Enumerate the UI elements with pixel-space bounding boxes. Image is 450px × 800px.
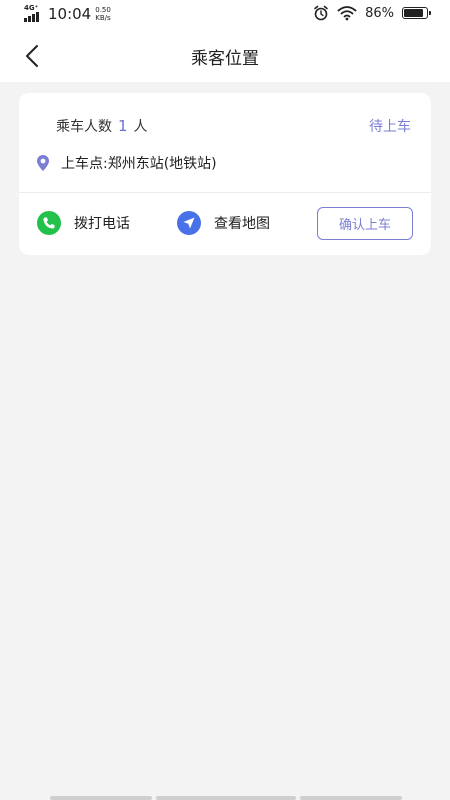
confirm-boarding-button[interactable]: 确认上车 bbox=[317, 207, 413, 240]
battery-percent: 86% bbox=[365, 5, 394, 21]
pickup-location: 上车点:郑州东站(地铁站) bbox=[36, 153, 217, 173]
status-bar: 4G⁺ 10:04 0.50 KB/s 86% bbox=[0, 0, 450, 30]
status-right: 86% bbox=[313, 5, 431, 21]
network-type: 4G⁺ bbox=[24, 4, 39, 12]
view-map-button[interactable]: 查看地图 bbox=[177, 211, 270, 235]
signal-icon: 4G⁺ bbox=[24, 4, 44, 23]
page-title: 乘客位置 bbox=[191, 49, 259, 69]
call-label: 拨打电话 bbox=[74, 216, 130, 232]
navigation-arrow-icon bbox=[177, 211, 201, 235]
alarm-icon bbox=[314, 5, 328, 21]
network-speed: 0.50 KB/s bbox=[95, 6, 111, 22]
count-suffix: 人 bbox=[133, 119, 148, 135]
wifi-icon bbox=[337, 6, 357, 21]
phone-icon bbox=[37, 211, 61, 235]
passenger-card: 乘车人数 1 人 待上车 上车点:郑州东站(地铁站) 拨打电话 查看地图 确认上… bbox=[19, 93, 431, 255]
count-prefix: 乘车人数 bbox=[56, 119, 112, 135]
navigation-bar: 乘客位置 bbox=[0, 30, 450, 82]
location-pin-icon bbox=[37, 155, 49, 171]
speed-value: 0.50 bbox=[95, 6, 111, 14]
pickup-text: 上车点:郑州东站(地铁站) bbox=[61, 156, 217, 172]
map-label: 查看地图 bbox=[214, 216, 270, 232]
count-value: 1 bbox=[118, 117, 128, 135]
divider bbox=[19, 192, 431, 193]
clock: 10:04 bbox=[48, 5, 92, 23]
status-left: 4G⁺ 10:04 0.50 KB/s bbox=[24, 4, 111, 23]
status-badge: 待上车 bbox=[369, 119, 411, 135]
call-button[interactable]: 拨打电话 bbox=[37, 211, 130, 235]
battery-fill bbox=[404, 9, 423, 17]
battery-icon bbox=[402, 7, 431, 19]
passenger-count: 乘车人数 1 人 bbox=[56, 116, 148, 136]
speed-unit: KB/s bbox=[95, 14, 111, 22]
bottom-indicator bbox=[50, 796, 402, 800]
